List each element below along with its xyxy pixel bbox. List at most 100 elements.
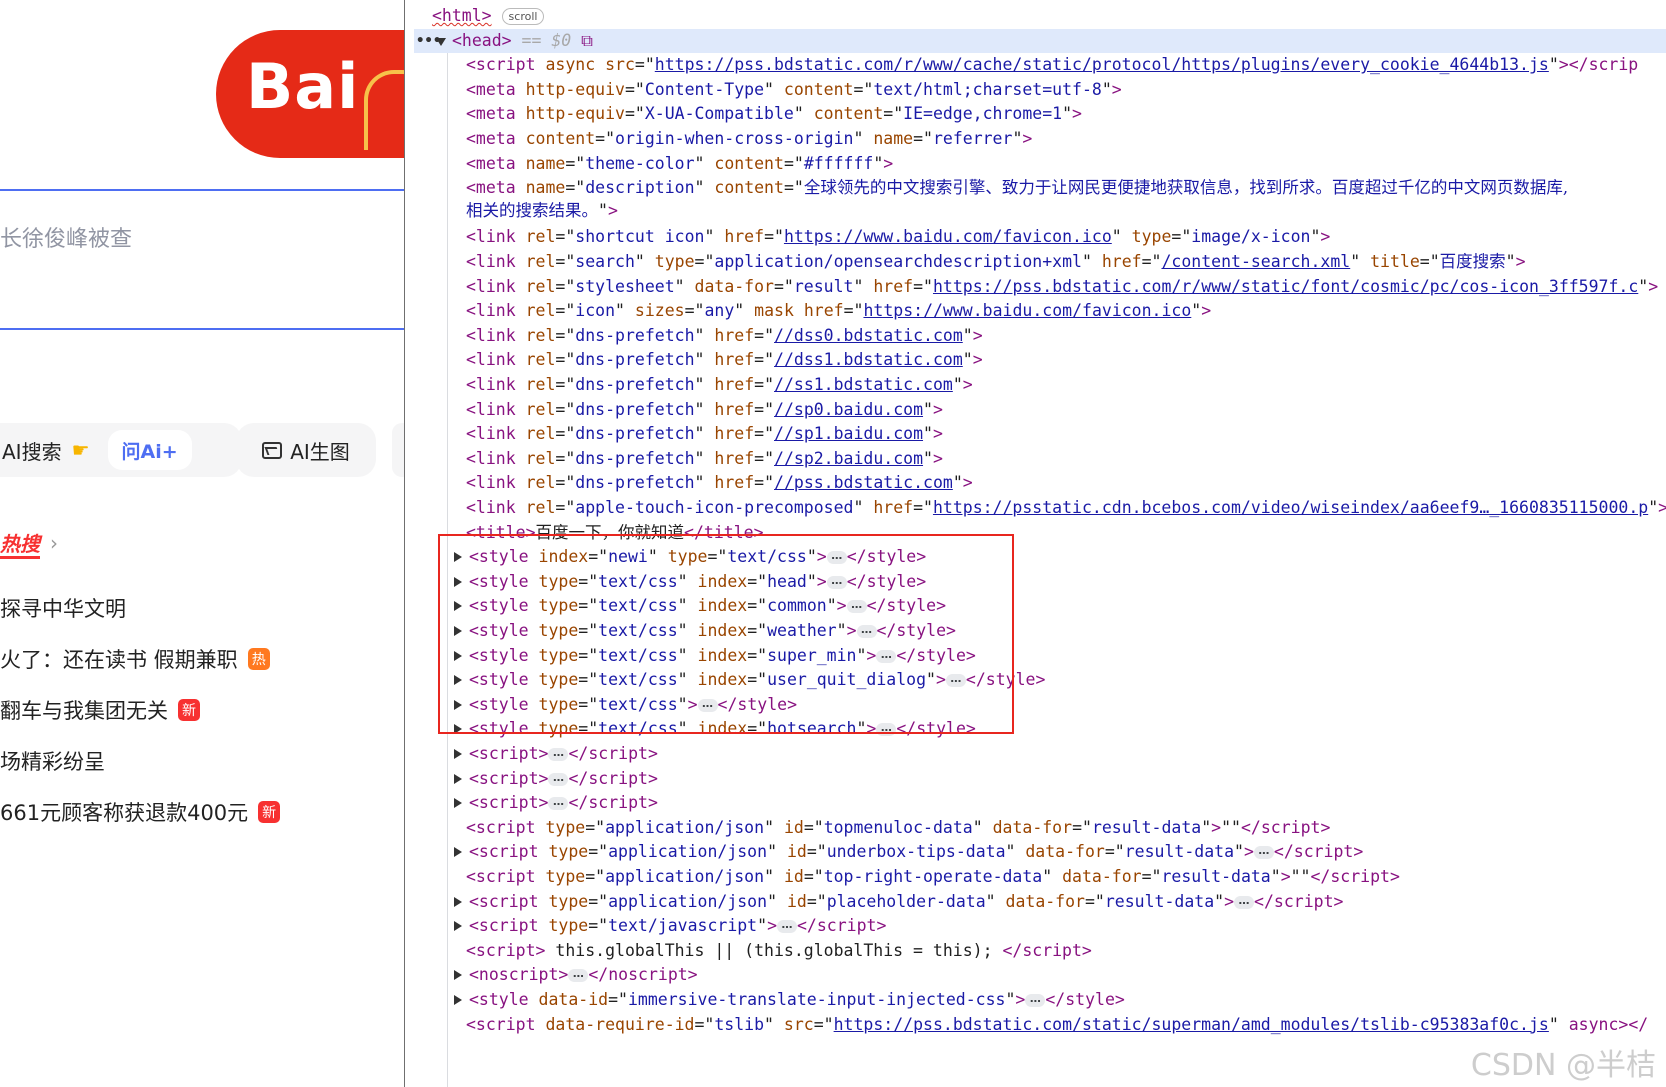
expand-triangle-icon[interactable] <box>454 552 462 563</box>
expand-triangle-icon[interactable] <box>454 896 462 907</box>
expand-ellipsis-button[interactable]: … <box>856 624 877 638</box>
dom-node-line[interactable]: <title>百度一下，你就知道</title> <box>414 521 1666 546</box>
scroll-badge[interactable]: scroll <box>501 8 545 25</box>
search-input[interactable]: 长徐俊峰被查 <box>0 221 132 253</box>
hot-search-header[interactable]: 热搜 › <box>0 528 58 557</box>
dom-node-line[interactable]: <script>… </script> <box>414 767 1666 792</box>
dom-node-line[interactable]: <html> scroll <box>414 4 1666 29</box>
dom-node-line[interactable]: <script type="application/json" id="topm… <box>414 816 1666 841</box>
dom-node-line[interactable]: <link rel="shortcut icon" href="https://… <box>414 225 1666 250</box>
dom-node-line[interactable]: <style data-id="immersive-translate-inpu… <box>414 988 1666 1013</box>
dom-node-line[interactable]: <meta http-equiv="X-UA-Compatible" conte… <box>414 102 1666 127</box>
dom-node-line[interactable]: <script> this.globalThis || (this.global… <box>414 939 1666 964</box>
expand-ellipsis-button[interactable]: … <box>1234 895 1255 909</box>
expand-ellipsis-button[interactable]: … <box>777 919 797 934</box>
dom-node-line[interactable]: <link rel="dns-prefetch" href="//ss1.bds… <box>414 373 1666 398</box>
dom-node-line[interactable]: <script>… </script> <box>414 742 1666 767</box>
expand-triangle-icon[interactable] <box>454 724 462 735</box>
expand-ellipsis-button[interactable]: … <box>826 550 847 565</box>
expand-ellipsis-button[interactable]: … <box>876 649 897 663</box>
expand-ellipsis-button[interactable]: … <box>846 599 867 614</box>
dom-node-line[interactable]: <style type="text/css" index="super_min"… <box>414 644 1666 669</box>
dom-node-line[interactable]: <style index="newi" type="text/css">… </s… <box>414 545 1666 570</box>
dom-node-line[interactable]: <script async src="https://pss.bdstatic.… <box>414 53 1666 78</box>
expand-triangle-icon[interactable] <box>454 675 462 686</box>
expand-ellipsis-button[interactable]: … <box>697 698 718 712</box>
dom-node-line[interactable]: <script type="text/javascript">… </script… <box>414 914 1666 939</box>
expand-ellipsis-button[interactable]: … <box>826 575 847 589</box>
dom-node-line[interactable]: <style type="text/css" index="hotsearch"… <box>414 717 1666 742</box>
ai-image-chip[interactable]: AI生图 <box>236 423 376 477</box>
hot-search-item[interactable]: 661元顾客称获退款400元新 <box>0 797 281 827</box>
dom-node-line[interactable]: <style type="text/css" index="user_quit_… <box>414 668 1666 693</box>
expand-triangle-icon[interactable] <box>454 847 462 858</box>
hot-search-item[interactable]: 探寻中华文明 <box>0 593 126 623</box>
expand-triangle-icon[interactable] <box>454 650 462 661</box>
dom-node-line[interactable]: <script type="application/json" id="top-… <box>414 865 1666 890</box>
dom-node-line[interactable]: <style type="text/css" index="weather">…… <box>414 619 1666 644</box>
dom-node-line[interactable]: <script data-require-id="tslib" src="htt… <box>414 1013 1666 1038</box>
dom-node-line[interactable]: <style type="text/css" index="common">… <… <box>414 594 1666 619</box>
dom-node-line[interactable]: <style type="text/css">… </style> <box>414 693 1666 718</box>
hot-search-item[interactable]: 火了：还在读书 假期兼职热 <box>0 644 270 674</box>
attr-name: type <box>538 596 579 616</box>
expand-ellipsis-button[interactable]: … <box>548 796 569 811</box>
hot-search-item[interactable]: 翻车与我集团无关新 <box>0 695 200 725</box>
expand-ellipsis-button[interactable]: … <box>876 722 897 737</box>
dom-node-line[interactable]: <link rel="dns-prefetch" href="//sp0.bai… <box>414 398 1666 423</box>
expand-ellipsis-button[interactable]: … <box>548 747 569 761</box>
dom-node-line-wrap[interactable]: 相关的搜索结果。"> <box>414 199 1666 224</box>
expand-ellipsis-button[interactable]: … <box>568 968 589 983</box>
dom-node-line[interactable]: <link rel="dns-prefetch" href="//dss1.bd… <box>414 348 1666 373</box>
code-token: </script> <box>1240 817 1331 837</box>
attr-name: href <box>714 350 755 370</box>
baidu-logo[interactable]: Bai <box>216 30 405 158</box>
dom-node-line[interactable]: <style type="text/css" index="head">… </s… <box>414 570 1666 595</box>
dom-node-line[interactable]: <link rel="stylesheet" data-for="result"… <box>414 275 1666 300</box>
dom-node-line[interactable]: <meta content="origin-when-cross-origin"… <box>414 127 1666 152</box>
expand-ellipsis-button[interactable]: … <box>1025 993 1046 1007</box>
expand-ellipsis-button[interactable]: … <box>945 673 966 688</box>
expand-triangle-icon[interactable] <box>454 626 462 636</box>
expand-triangle-icon[interactable] <box>454 601 462 612</box>
expand-triangle-icon[interactable] <box>454 798 462 809</box>
attr-value: application/json <box>605 817 765 837</box>
code-token: <style <box>469 596 529 616</box>
dom-node-line[interactable]: <link rel="search" type="application/ope… <box>414 250 1666 275</box>
dom-node-line[interactable]: <noscript>… </noscript> <box>414 963 1666 988</box>
code-token: " <box>1191 301 1202 321</box>
code-token: > <box>538 768 549 788</box>
expand-triangle-icon[interactable] <box>454 749 462 759</box>
expand-triangle-icon[interactable] <box>454 576 462 587</box>
dom-node-line[interactable]: <link rel="dns-prefetch" href="//sp2.bai… <box>414 447 1666 472</box>
title-text: 百度一下，你就知道 <box>535 522 685 542</box>
hot-search-item[interactable]: 场精彩纷呈 <box>0 746 105 776</box>
dom-node-line[interactable]: <meta name="theme-color" content="#fffff… <box>414 152 1666 177</box>
attr-name: index <box>538 547 589 567</box>
expand-triangle-icon[interactable] <box>454 699 462 710</box>
ai-search-chip[interactable]: AI搜索 ☛ 问Ai+ <box>0 423 242 477</box>
dom-node-line[interactable]: <meta name="description" content="全球领先的中… <box>414 176 1666 201</box>
dom-node-line[interactable]: <script>… </script> <box>414 791 1666 816</box>
expand-triangle-icon[interactable] <box>454 773 462 784</box>
ask-ai-button[interactable]: 问Ai+ <box>107 430 192 470</box>
expand-ellipsis-button[interactable]: … <box>1253 845 1274 860</box>
expand-triangle-icon[interactable] <box>454 995 462 1005</box>
panel-divider[interactable] <box>404 0 405 1087</box>
attr-name: data-for <box>1005 891 1085 911</box>
dom-node-line[interactable]: <link rel="dns-prefetch" href="//dss0.bd… <box>414 324 1666 349</box>
collapse-triangle-icon[interactable] <box>436 37 446 46</box>
code-token: =" <box>813 1014 834 1034</box>
expand-ellipsis-button[interactable]: … <box>548 772 569 786</box>
expand-triangle-icon[interactable] <box>454 921 462 932</box>
dom-node-line[interactable]: <link rel="apple-touch-icon-precomposed"… <box>414 496 1666 521</box>
dom-node-line[interactable]: ••• <head> == $0 ⧉ <box>414 28 1666 54</box>
dom-node-line[interactable]: <link rel="dns-prefetch" href="//pss.bds… <box>414 471 1666 496</box>
code-token: =" <box>747 645 768 665</box>
dom-node-line[interactable]: <script type="application/json" id="unde… <box>414 840 1666 865</box>
dom-node-line[interactable]: <link rel="dns-prefetch" href="//sp1.bai… <box>414 422 1666 447</box>
expand-triangle-icon[interactable] <box>454 970 462 981</box>
dom-node-line[interactable]: <meta http-equiv="Content-Type" content=… <box>414 78 1666 103</box>
dom-node-line[interactable]: <script type="application/json" id="plac… <box>414 890 1666 915</box>
dom-node-line[interactable]: <link rel="icon" sizes="any" mask href="… <box>414 299 1666 324</box>
